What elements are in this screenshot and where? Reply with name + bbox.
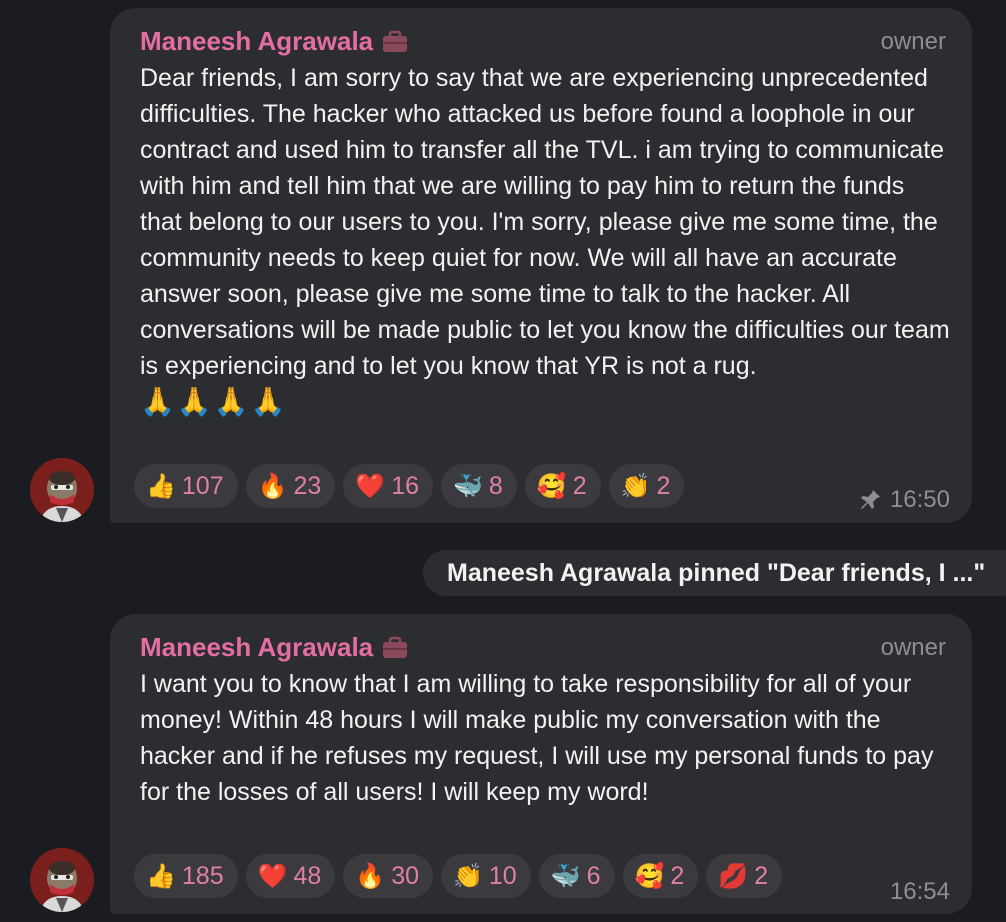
briefcase-icon xyxy=(383,636,408,658)
fire-icon: 🔥 xyxy=(355,862,386,890)
reaction-count: 30 xyxy=(391,861,420,890)
reaction-clap[interactable]: 👏 10 xyxy=(441,854,531,898)
thumbs-up-icon: 👍 xyxy=(146,472,176,500)
message-body: I want you to know that I am willing to … xyxy=(140,670,934,806)
clap-icon: 👏 xyxy=(453,862,483,890)
message-text: Dear friends, I am sorry to say that we … xyxy=(140,60,950,421)
message-body: Dear friends, I am sorry to say that we … xyxy=(140,64,950,380)
pinned-service-message[interactable]: Maneesh Agrawala pinned "Dear friends, I… xyxy=(423,550,1006,596)
briefcase-icon xyxy=(383,30,408,52)
message-time: 16:54 xyxy=(889,878,950,905)
reaction-count: 185 xyxy=(181,861,224,890)
sender-name-text[interactable]: Maneesh Agrawala xyxy=(140,26,373,57)
reaction-count: 23 xyxy=(293,471,322,500)
sender-name[interactable]: Maneesh Agrawala xyxy=(140,26,409,57)
whale-icon: 🐳 xyxy=(453,472,483,500)
reaction-thumbs-up[interactable]: 👍 107 xyxy=(134,464,238,508)
emoji-line: 🙏🙏🙏🙏 xyxy=(140,386,288,417)
fire-icon: 🔥 xyxy=(257,472,288,500)
ape-avatar-icon xyxy=(30,848,94,912)
message-meta: 16:50 xyxy=(858,486,950,514)
sender-name[interactable]: Maneesh Agrawala xyxy=(140,632,409,663)
reactions-bar: 👍 107 🔥 23 ❤️ 16 🐳 8 🥰 2 👏 2 xyxy=(134,464,685,508)
kiss-mark-icon: 💋 xyxy=(718,862,749,890)
reaction-whale[interactable]: 🐳 8 xyxy=(441,464,517,508)
reaction-count: 10 xyxy=(488,861,517,890)
clap-icon: 👏 xyxy=(620,472,651,500)
smiling-hearts-icon: 🥰 xyxy=(536,472,567,500)
reaction-thumbs-up[interactable]: 👍 185 xyxy=(134,854,238,898)
reaction-heart[interactable]: ❤️ 48 xyxy=(245,854,336,898)
reaction-clap[interactable]: 👏 2 xyxy=(608,464,685,508)
reaction-count: 16 xyxy=(391,471,420,500)
reaction-count: 2 xyxy=(572,471,587,500)
reaction-fire[interactable]: 🔥 23 xyxy=(245,464,336,508)
reaction-fire[interactable]: 🔥 30 xyxy=(343,854,434,898)
reaction-count: 6 xyxy=(586,861,601,890)
reaction-whale[interactable]: 🐳 6 xyxy=(538,854,615,898)
message-meta: 16:54 xyxy=(890,878,950,906)
reactions-bar: 👍 185 ❤️ 48 🔥 30 👏 10 🐳 6 🥰 2 💋 2 xyxy=(134,854,783,898)
reaction-kiss[interactable]: 💋 2 xyxy=(706,854,783,898)
reaction-count: 2 xyxy=(670,861,685,890)
ape-avatar-icon xyxy=(30,458,94,522)
reaction-count: 48 xyxy=(293,861,322,890)
message-text: I want you to know that I am willing to … xyxy=(140,666,950,810)
reaction-count: 8 xyxy=(488,471,503,500)
pin-icon xyxy=(860,490,880,509)
reaction-count: 2 xyxy=(656,471,671,500)
heart-icon: ❤️ xyxy=(257,862,288,890)
heart-icon: ❤️ xyxy=(355,472,386,500)
reaction-smiling-hearts[interactable]: 🥰 2 xyxy=(524,464,601,508)
reaction-count: 2 xyxy=(754,861,769,890)
message-bubble[interactable]: Maneesh Agrawala owner Dear friends, I a… xyxy=(110,8,972,523)
avatar[interactable] xyxy=(30,848,94,912)
reaction-count: 107 xyxy=(181,471,224,500)
role-badge: owner xyxy=(880,28,946,55)
message-bubble[interactable]: Maneesh Agrawala owner I want you to kno… xyxy=(110,614,972,914)
whale-icon: 🐳 xyxy=(550,862,581,890)
thumbs-up-icon: 👍 xyxy=(146,862,176,890)
smiling-hearts-icon: 🥰 xyxy=(634,862,665,890)
role-badge: owner xyxy=(880,634,946,661)
message-time: 16:50 xyxy=(889,486,950,513)
reaction-smiling-hearts[interactable]: 🥰 2 xyxy=(622,854,699,898)
reaction-heart[interactable]: ❤️ 16 xyxy=(343,464,434,508)
avatar[interactable] xyxy=(30,458,94,522)
sender-name-text[interactable]: Maneesh Agrawala xyxy=(140,632,373,663)
